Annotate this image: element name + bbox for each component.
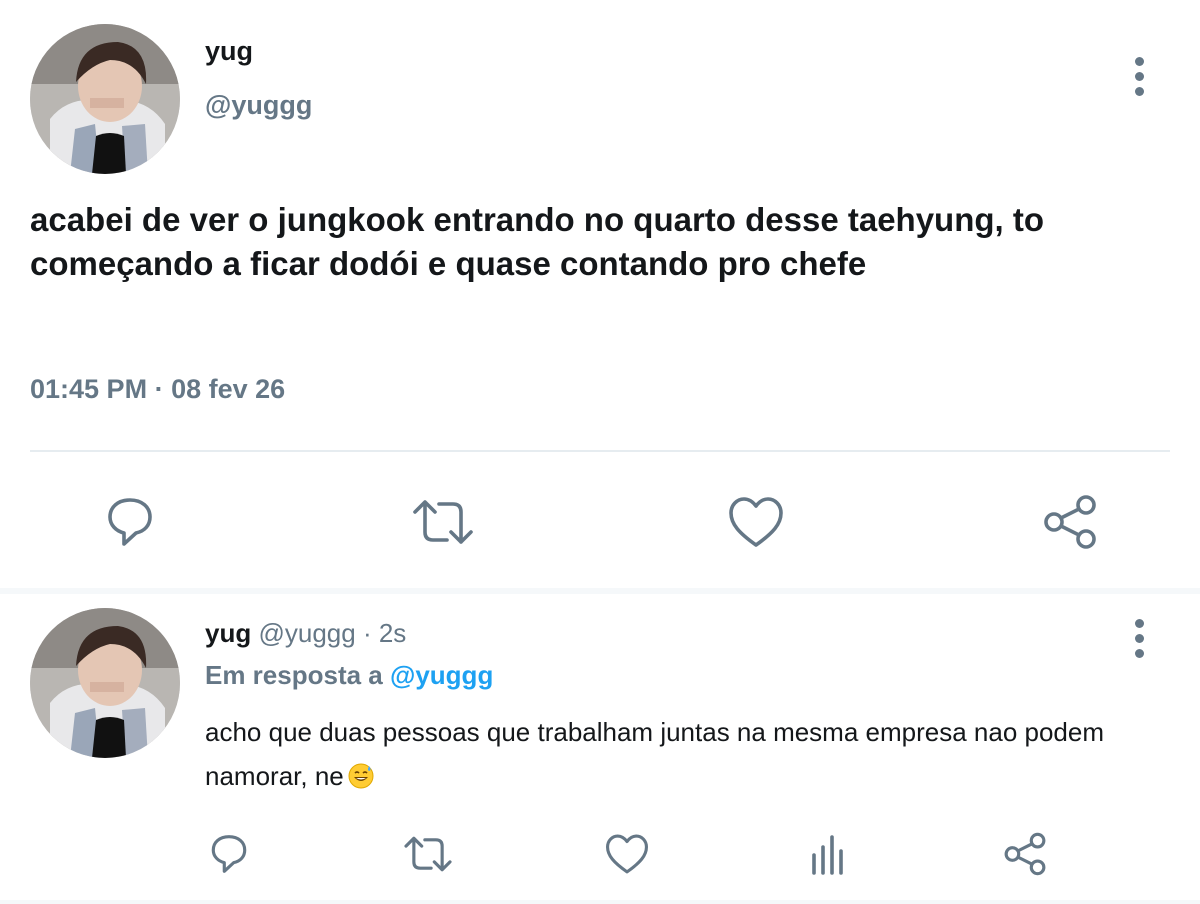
timestamp-separator: · [154,374,164,404]
like-icon [729,497,783,547]
tweet-time: 01:45 PM [30,374,148,404]
tweet-date: 08 fev 26 [171,374,286,404]
reply-text: acho que duas pessoas que trabalham junt… [205,710,1155,798]
avatar[interactable] [30,608,180,758]
reply-button[interactable] [205,830,253,878]
display-name[interactable]: yug [205,618,251,648]
reply-header: yug @yuggg · 2s [205,618,406,649]
tweet-separator [0,588,1200,594]
grinning-sweat-emoji [348,763,374,789]
in-reply-prefix: Em resposta a [205,660,383,690]
retweet-icon [413,500,473,544]
retweet-button[interactable] [401,830,455,878]
display-name[interactable]: yug [205,36,253,67]
like-icon [606,834,648,874]
analytics-icon [812,835,843,875]
share-button[interactable] [1038,490,1102,554]
more-options-icon[interactable] [1133,57,1145,96]
share-icon [1044,495,1096,549]
more-options-icon[interactable] [1133,619,1145,658]
divider [30,450,1170,452]
avatar[interactable] [30,24,180,174]
tweet-age[interactable]: 2s [379,618,406,648]
retweet-icon [404,836,452,872]
in-reply-to: Em resposta a @yuggg [205,660,493,691]
avatar-photo [30,24,180,174]
bottom-separator [0,900,1200,904]
in-reply-mention[interactable]: @yuggg [390,660,493,690]
reply-text-content: acho que duas pessoas que trabalham junt… [205,717,1105,791]
reply-icon [108,498,152,546]
reply-button[interactable] [98,490,162,554]
header-separator: · [362,618,372,648]
retweet-button[interactable] [410,490,476,554]
tweet-timestamp[interactable]: 01:45 PM · 08 fev 26 [30,374,285,405]
share-button[interactable] [1001,830,1049,878]
avatar-photo [30,608,180,758]
like-button[interactable] [724,490,788,554]
like-button[interactable] [603,830,651,878]
user-handle[interactable]: @yuggg [258,618,355,648]
user-handle[interactable]: @yuggg [205,90,312,121]
analytics-button[interactable] [804,830,852,878]
reply-icon [211,835,247,873]
tweet-text: acabei de ver o jungkook entrando no qua… [30,201,1045,282]
share-icon [1004,832,1046,876]
